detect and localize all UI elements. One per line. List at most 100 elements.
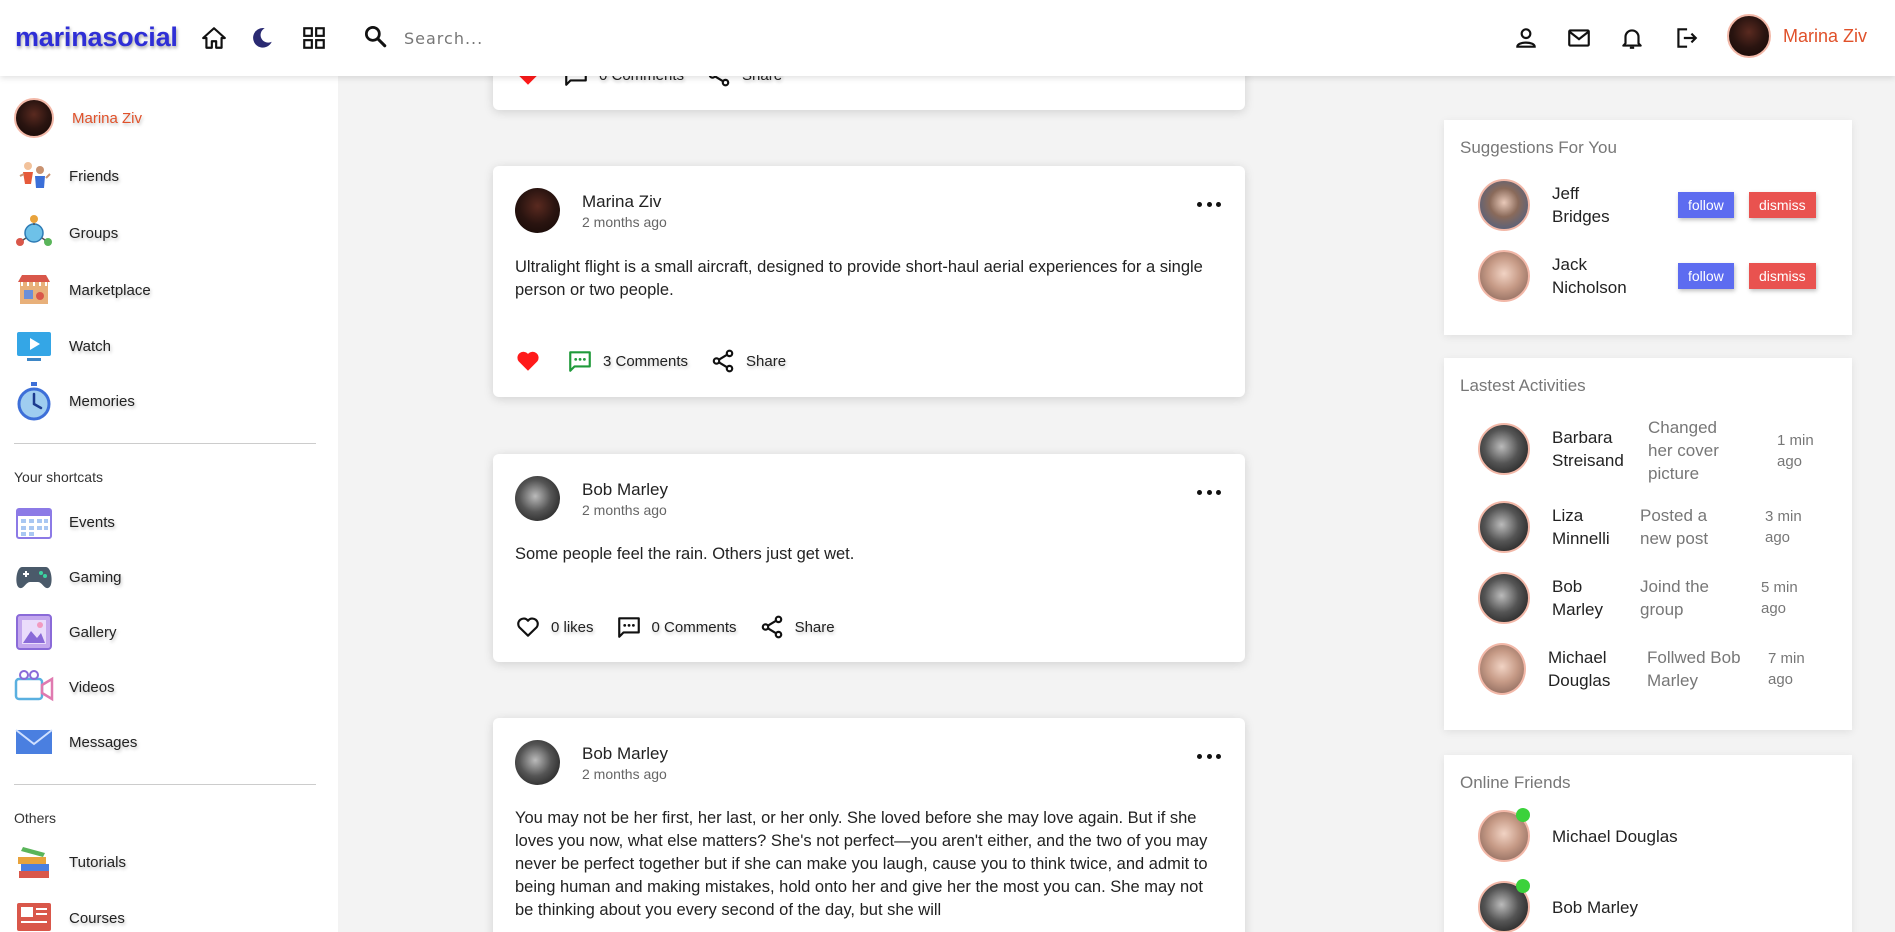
dismiss-button[interactable]: dismiss bbox=[1749, 263, 1816, 289]
groups-icon bbox=[14, 213, 54, 253]
online-friends-title: Online Friends bbox=[1460, 773, 1571, 792]
sidebar-item-label: Messages bbox=[69, 733, 138, 751]
sidebar-item-marketplace[interactable]: Marketplace bbox=[14, 270, 151, 310]
sidebar-item-friends[interactable]: Friends bbox=[14, 156, 119, 196]
activity-name[interactable]: Michael Douglas bbox=[1548, 646, 1628, 692]
logout-icon[interactable] bbox=[1672, 24, 1700, 52]
sidebar-item-events[interactable]: Events bbox=[14, 502, 115, 542]
suggestion-name[interactable]: Jack Nicholson bbox=[1552, 253, 1647, 299]
activity-avatar[interactable] bbox=[1478, 572, 1530, 624]
mail-icon[interactable] bbox=[1565, 24, 1593, 52]
like-button[interactable] bbox=[515, 348, 541, 374]
more-options-icon[interactable] bbox=[1197, 196, 1221, 212]
activity-time: 1 min ago bbox=[1777, 432, 1814, 470]
post-text: Ultralight flight is a small aircraft, d… bbox=[515, 258, 1203, 299]
share-button[interactable]: Share bbox=[759, 614, 835, 640]
sidebar-item-watch[interactable]: Watch bbox=[14, 326, 111, 366]
shortcuts-title: Your shortcats bbox=[14, 469, 103, 485]
sidebar-item-memories[interactable]: Memories bbox=[14, 381, 135, 421]
sidebar-item-label: Watch bbox=[69, 337, 111, 355]
watch-icon bbox=[14, 326, 54, 366]
home-icon[interactable] bbox=[200, 24, 228, 52]
person-icon[interactable] bbox=[1512, 24, 1540, 52]
sidebar-item-groups[interactable]: Groups bbox=[14, 213, 118, 253]
activity-avatar[interactable] bbox=[1478, 643, 1526, 695]
sidebar-item-gaming[interactable]: Gaming bbox=[14, 557, 122, 597]
sidebar-user-name: Marina Ziv bbox=[72, 109, 143, 127]
sidebar-item-label: Courses bbox=[69, 909, 125, 927]
activity-name[interactable]: Bob Marley bbox=[1552, 575, 1632, 621]
comments-button[interactable]: 0 Comments bbox=[616, 614, 737, 640]
activity-avatar[interactable] bbox=[1478, 423, 1530, 475]
online-friend-item[interactable]: Bob Marley bbox=[1478, 879, 1638, 932]
friends-icon bbox=[14, 156, 54, 196]
search-icon[interactable] bbox=[362, 23, 388, 53]
sidebar-item-tutorials[interactable]: Tutorials bbox=[14, 842, 126, 882]
activity-desc: Changed her cover picture bbox=[1648, 418, 1719, 483]
app-logo[interactable]: marinasocial bbox=[15, 22, 178, 53]
post-author-avatar[interactable] bbox=[515, 188, 560, 233]
online-friends-panel: Online Friends Michael Douglas Bob Marle… bbox=[1444, 755, 1852, 932]
activity-name[interactable]: Barbara Streisand bbox=[1552, 426, 1632, 472]
activities-title: Lastest Activities bbox=[1460, 376, 1586, 395]
post-author-avatar[interactable] bbox=[515, 476, 560, 521]
sidebar-item-messages[interactable]: Messages bbox=[14, 722, 137, 762]
online-friend-name: Bob Marley bbox=[1552, 897, 1638, 917]
post-card: Marina Ziv 2 months ago Ultralight fligh… bbox=[493, 166, 1245, 397]
sidebar-avatar bbox=[14, 98, 54, 138]
search-input[interactable] bbox=[404, 28, 704, 48]
notifications-bell-icon[interactable] bbox=[1618, 24, 1646, 52]
sidebar-item-gallery[interactable]: Gallery bbox=[14, 612, 117, 652]
share-icon bbox=[712, 349, 734, 373]
activity-desc: Posted a new post bbox=[1640, 506, 1709, 548]
courses-icon bbox=[14, 898, 54, 932]
activity-time: 3 min ago bbox=[1765, 508, 1802, 546]
tutorials-books-icon bbox=[14, 842, 54, 882]
sidebar-item-videos[interactable]: Videos bbox=[14, 667, 115, 707]
suggestion-item: Jack Nicholson bbox=[1478, 250, 1647, 302]
sidebar-item-courses[interactable]: Courses bbox=[14, 898, 125, 932]
activity-item: Bob Marley bbox=[1478, 572, 1632, 624]
more-options-icon[interactable] bbox=[1197, 484, 1221, 500]
gallery-icon bbox=[14, 612, 54, 652]
activity-item: Barbara Streisand bbox=[1478, 423, 1632, 475]
apps-grid-icon[interactable] bbox=[300, 24, 328, 52]
marketplace-icon bbox=[14, 270, 54, 310]
activity-item: Liza Minnelli bbox=[1478, 501, 1632, 553]
post-header: Bob Marley 2 months ago bbox=[515, 740, 668, 785]
activity-desc: Joind the group bbox=[1640, 577, 1709, 619]
post-actions: 0 likes 0 Comments Share bbox=[515, 614, 857, 640]
like-button[interactable]: 0 likes bbox=[515, 614, 594, 640]
topbar-user-name: Marina Ziv bbox=[1783, 25, 1868, 46]
heart-filled-icon bbox=[517, 351, 539, 371]
post-author[interactable]: Marina Ziv bbox=[582, 192, 667, 212]
memories-stopwatch-icon bbox=[14, 381, 54, 421]
suggestion-name[interactable]: Jeff Bridges bbox=[1552, 182, 1632, 228]
online-friend-item[interactable]: Michael Douglas bbox=[1478, 808, 1678, 862]
events-calendar-icon bbox=[14, 502, 54, 542]
others-title: Others bbox=[14, 810, 57, 826]
suggestion-avatar[interactable] bbox=[1478, 179, 1530, 231]
activity-avatar[interactable] bbox=[1478, 501, 1530, 553]
post-author[interactable]: Bob Marley bbox=[582, 480, 668, 500]
share-icon bbox=[761, 615, 782, 639]
follow-button[interactable]: follow bbox=[1678, 263, 1734, 289]
share-button[interactable]: Share bbox=[710, 348, 786, 374]
suggestions-panel: Suggestions For You Jeff Bridges follow … bbox=[1444, 120, 1852, 335]
comments-button[interactable]: 3 Comments bbox=[567, 348, 688, 374]
more-options-icon[interactable] bbox=[1197, 748, 1221, 764]
post-header: Marina Ziv 2 months ago bbox=[515, 188, 667, 233]
suggestion-avatar[interactable] bbox=[1478, 250, 1530, 302]
activity-name[interactable]: Liza Minnelli bbox=[1552, 504, 1632, 550]
follow-button[interactable]: follow bbox=[1678, 192, 1734, 218]
post-time: 2 months ago bbox=[582, 213, 667, 230]
post-card: Bob Marley 2 months ago Some people feel… bbox=[493, 454, 1245, 662]
dark-mode-moon-icon[interactable] bbox=[248, 24, 276, 52]
post-author-avatar[interactable] bbox=[515, 740, 560, 785]
post-author[interactable]: Bob Marley bbox=[582, 744, 668, 764]
sidebar-profile[interactable]: Marina Ziv bbox=[14, 98, 142, 138]
topbar-user[interactable]: Marina Ziv bbox=[1727, 14, 1867, 58]
dismiss-button[interactable]: dismiss bbox=[1749, 192, 1816, 218]
left-sidebar: Marina Ziv Friends Groups Marketplace Wa… bbox=[0, 76, 338, 932]
post-time: 2 months ago bbox=[582, 765, 667, 782]
